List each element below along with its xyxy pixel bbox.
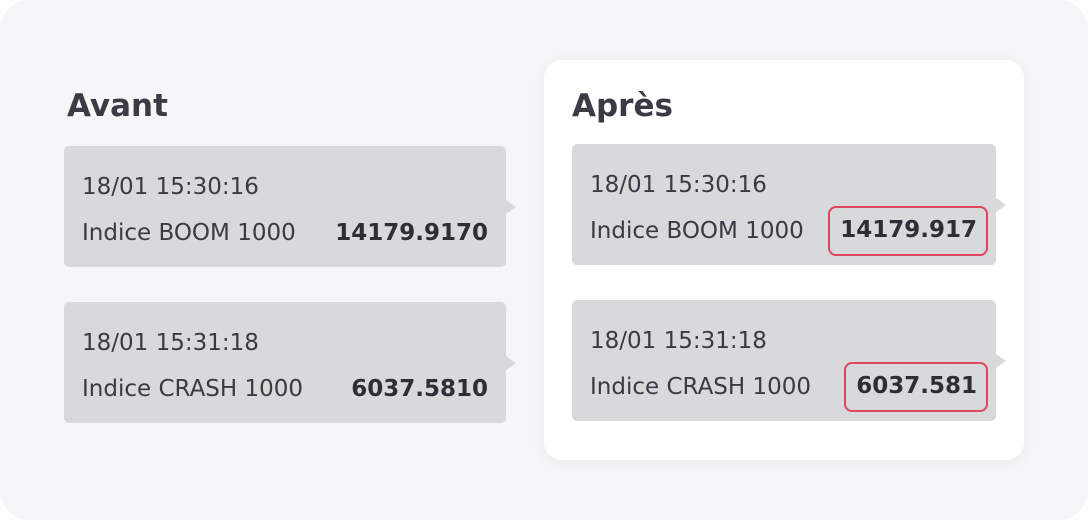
index-value: 14179.9170 (335, 220, 488, 246)
message-timestamp: 18/01 15:31:18 (590, 328, 767, 354)
message-bubble: 18/01 15:31:18 Indice CRASH 1000 6037.58… (64, 302, 516, 423)
before-heading: Avant (67, 88, 168, 124)
message-timestamp: 18/01 15:30:16 (82, 174, 259, 200)
comparison-canvas: Avant 18/01 15:30:16 Indice BOOM 1000 14… (0, 0, 1088, 520)
message-timestamp: 18/01 15:31:18 (82, 330, 259, 356)
index-name: Indice BOOM 1000 (82, 220, 296, 246)
message-timestamp: 18/01 15:30:16 (590, 172, 767, 198)
message-bubble: 18/01 15:30:16 Indice BOOM 1000 14179.91… (64, 146, 516, 267)
after-heading: Après (572, 88, 673, 124)
message-bubble: 18/01 15:31:18 Indice CRASH 1000 6037.58… (572, 300, 1006, 421)
highlighted-index-value: 14179.917 (828, 206, 988, 256)
index-value: 6037.5810 (351, 376, 488, 402)
highlighted-index-value: 6037.581 (844, 362, 988, 412)
before-panel: Avant 18/01 15:30:16 Indice BOOM 1000 14… (64, 62, 524, 462)
index-name: Indice CRASH 1000 (82, 376, 304, 402)
index-name: Indice BOOM 1000 (590, 218, 804, 244)
message-bubble: 18/01 15:30:16 Indice BOOM 1000 14179.91… (572, 144, 1006, 265)
after-panel: Après 18/01 15:30:16 Indice BOOM 1000 14… (544, 60, 1024, 460)
index-name: Indice CRASH 1000 (590, 374, 812, 400)
